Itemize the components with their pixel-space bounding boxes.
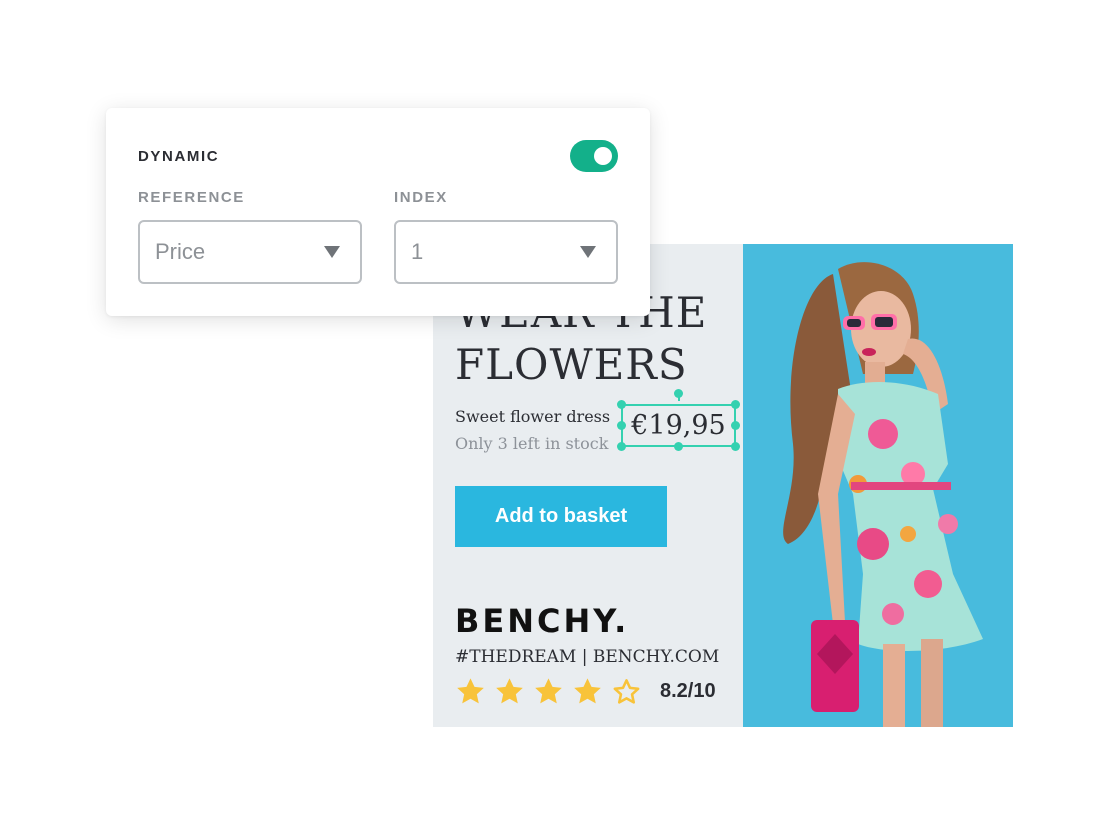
price-text: €19,95	[631, 410, 726, 441]
resize-handle-middle-right[interactable]	[731, 421, 740, 430]
resize-handle-top-right[interactable]	[731, 400, 740, 409]
resize-handle-bottom-left[interactable]	[617, 442, 626, 451]
price-selection-box[interactable]: €19,95	[617, 389, 740, 451]
star-filled-icon	[574, 678, 601, 704]
resize-handle-bottom-right[interactable]	[731, 442, 740, 451]
caret-down-icon	[580, 246, 596, 258]
rating-score: 8.2/10	[660, 680, 716, 702]
caret-down-icon	[324, 246, 340, 258]
ad-banner: WEAR THE FLOWERS Sweet flower dress Only…	[433, 244, 1013, 727]
dynamic-settings-panel: DYNAMIC REFERENCE Price INDEX 1	[106, 108, 650, 316]
dynamic-toggle[interactable]	[570, 140, 618, 172]
tagline: #THEDREAM | BENCHY.COM	[455, 647, 720, 667]
add-to-basket-button[interactable]: Add to basket	[455, 486, 667, 547]
resize-handle-middle-left[interactable]	[617, 421, 626, 430]
star-filled-icon	[535, 678, 562, 704]
reference-select[interactable]: Price	[138, 220, 362, 284]
index-select[interactable]: 1	[394, 220, 618, 284]
headline-line-2: FLOWERS	[455, 340, 688, 389]
star-rating: 8.2/10	[455, 676, 716, 707]
brand-logo: BENCHY.	[455, 602, 630, 640]
reference-label: REFERENCE	[138, 189, 245, 206]
stock-text: Only 3 left in stock	[455, 434, 609, 453]
resize-handle-bottom-middle[interactable]	[674, 442, 683, 451]
reference-select-value: Price	[155, 239, 206, 264]
index-select-value: 1	[411, 239, 424, 264]
model-illustration	[743, 244, 1013, 727]
dynamic-title: DYNAMIC	[138, 148, 220, 165]
toggle-knob	[594, 147, 612, 165]
product-photo	[743, 244, 1013, 727]
star-filled-icon	[457, 678, 484, 704]
star-outline-icon	[613, 679, 640, 704]
product-name: Sweet flower dress	[455, 407, 611, 426]
star-filled-icon	[496, 678, 523, 704]
resize-handle-top-left[interactable]	[617, 400, 626, 409]
index-label: INDEX	[394, 189, 448, 206]
rotate-handle[interactable]	[674, 389, 683, 398]
